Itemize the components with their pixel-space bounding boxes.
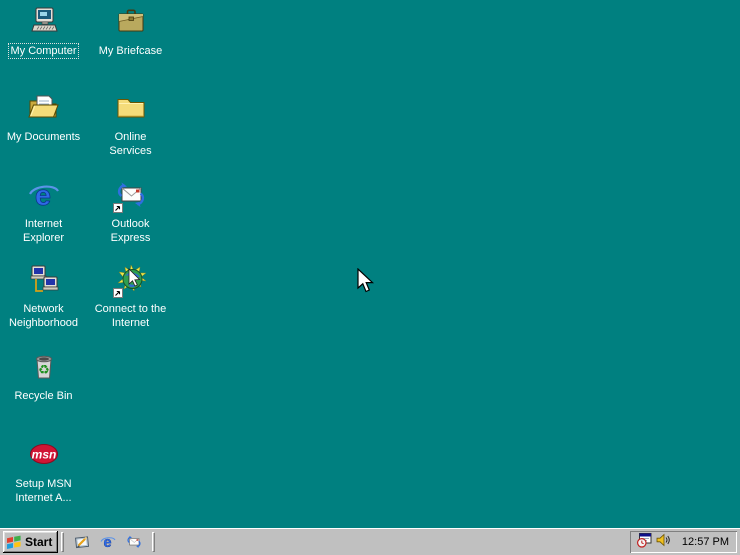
taskbar-grip[interactable]: [61, 532, 65, 552]
my-documents-icon: [28, 92, 60, 124]
desktop-icon-network-neighborhood[interactable]: Network Neighborhood: [0, 264, 87, 331]
taskbar-clock[interactable]: 12:57 PM: [674, 536, 729, 548]
start-button[interactable]: Start: [3, 531, 59, 553]
my-briefcase-icon: [115, 6, 147, 38]
volume-icon[interactable]: [655, 532, 671, 553]
desktop[interactable]: My Computer My Briefcase My Documents Onlin…: [0, 0, 740, 555]
desktop-icon-label: Setup MSN Internet A...: [15, 478, 72, 504]
taskbar-grip[interactable]: [152, 532, 156, 552]
desktop-icon-my-computer[interactable]: My Computer: [0, 6, 87, 59]
desktop-icon-label: Recycle Bin: [14, 390, 73, 402]
desktop-icon-label: My Briefcase: [98, 45, 163, 57]
setup-msn-icon: [28, 439, 60, 471]
windows-logo-icon: [6, 534, 22, 550]
desktop-icon-label: My Documents: [6, 131, 81, 143]
desktop-icon-internet-explorer[interactable]: Internet Explorer: [0, 179, 87, 246]
desktop-icon-my-documents[interactable]: My Documents: [0, 92, 87, 145]
desktop-icon-label: Outlook Express: [110, 218, 151, 244]
start-button-label: Start: [25, 535, 53, 549]
outlook-express-icon: [115, 179, 147, 211]
my-computer-icon: [28, 6, 60, 38]
outlook-express-icon[interactable]: [125, 533, 143, 551]
shortcut-arrow-icon: [113, 203, 123, 213]
taskbar: Start 12:57 PM: [0, 528, 740, 555]
system-tray: 12:57 PM: [630, 531, 737, 553]
desktop-icon-label: Network Neighborhood: [8, 303, 79, 329]
task-scheduler-icon[interactable]: [636, 532, 652, 553]
mouse-cursor: [357, 268, 375, 293]
quick-launch-toolbar: [67, 533, 149, 551]
desktop-icon-outlook-express[interactable]: Outlook Express: [87, 179, 174, 246]
tray-icon-group: [636, 532, 671, 553]
desktop-icon-connect-to-the-internet[interactable]: Connect to the Internet: [87, 264, 174, 331]
desktop-icon-label: Online Services: [109, 131, 152, 157]
connect-to-the-internet-icon: [115, 264, 147, 296]
internet-explorer-icon[interactable]: [99, 533, 117, 551]
show-desktop-icon[interactable]: [73, 533, 91, 551]
desktop-icon-recycle-bin[interactable]: Recycle Bin: [0, 351, 87, 404]
desktop-icon-my-briefcase[interactable]: My Briefcase: [87, 6, 174, 59]
desktop-icon-label: Internet Explorer: [23, 218, 64, 244]
network-neighborhood-icon: [28, 264, 60, 296]
desktop-icon-online-services[interactable]: Online Services: [87, 92, 174, 159]
desktop-icon-label: My Computer: [8, 43, 79, 59]
online-services-icon: [115, 92, 147, 124]
desktop-icon-setup-msn[interactable]: Setup MSN Internet A...: [0, 439, 87, 506]
internet-explorer-icon: [28, 179, 60, 211]
recycle-bin-icon: [28, 351, 60, 383]
desktop-icon-label: Connect to the Internet: [94, 303, 167, 329]
shortcut-arrow-icon: [113, 288, 123, 298]
